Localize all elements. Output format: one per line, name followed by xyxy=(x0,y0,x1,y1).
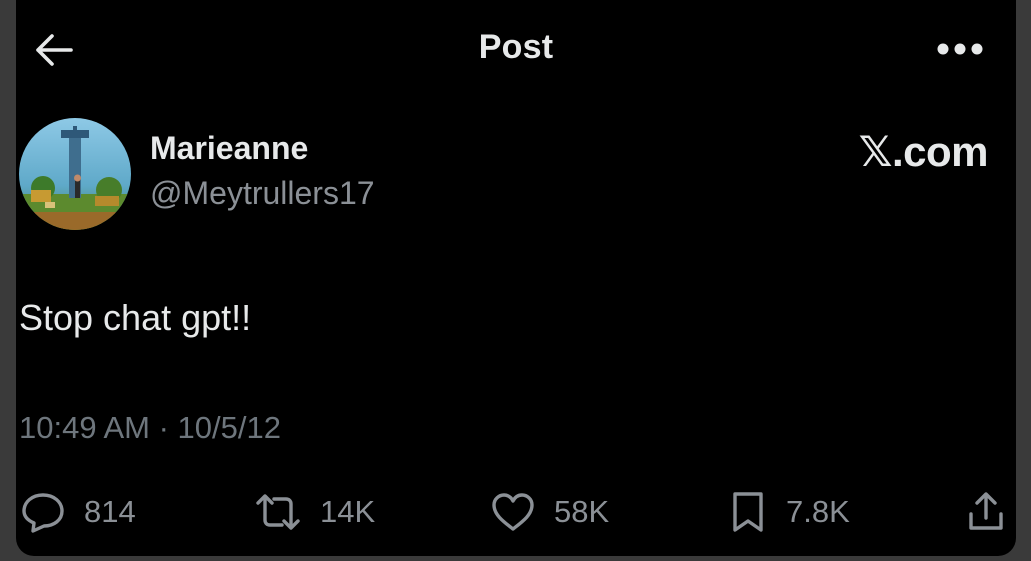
author-name[interactable]: Marieanne xyxy=(150,130,308,167)
post-timestamp: 10:49 AM · 10/5/12 xyxy=(19,410,281,445)
bookmark-icon xyxy=(733,492,763,532)
reply-count: 814 xyxy=(84,494,136,529)
reply-icon xyxy=(22,493,64,533)
like-count: 58K xyxy=(554,494,610,529)
heart-icon xyxy=(492,493,534,531)
repost-button[interactable]: 14K xyxy=(254,484,375,540)
bookmark-button[interactable]: 7.8K xyxy=(728,484,850,540)
more-options-button[interactable] xyxy=(934,34,986,64)
bookmark-count: 7.8K xyxy=(786,494,850,529)
post-screen: Post Marieanne @Meytrullers17 𝕏.com Stop… xyxy=(16,0,1016,556)
share-button[interactable] xyxy=(966,484,1006,540)
action-bar: 814 14K 58K 7.8K xyxy=(16,484,1016,540)
author-handle[interactable]: @Meytrullers17 xyxy=(150,175,375,212)
repost-icon xyxy=(256,494,300,530)
post-text: Stop chat gpt!! xyxy=(19,297,252,338)
like-button[interactable]: 58K xyxy=(490,484,609,540)
reply-button[interactable]: 814 xyxy=(20,484,136,540)
repost-count: 14K xyxy=(320,494,376,529)
page-title: Post xyxy=(478,28,554,66)
avatar[interactable] xyxy=(19,118,131,230)
share-icon xyxy=(969,492,1003,530)
more-horizontal-icon xyxy=(937,43,983,55)
watermark-logo: 𝕏.com xyxy=(858,128,989,175)
